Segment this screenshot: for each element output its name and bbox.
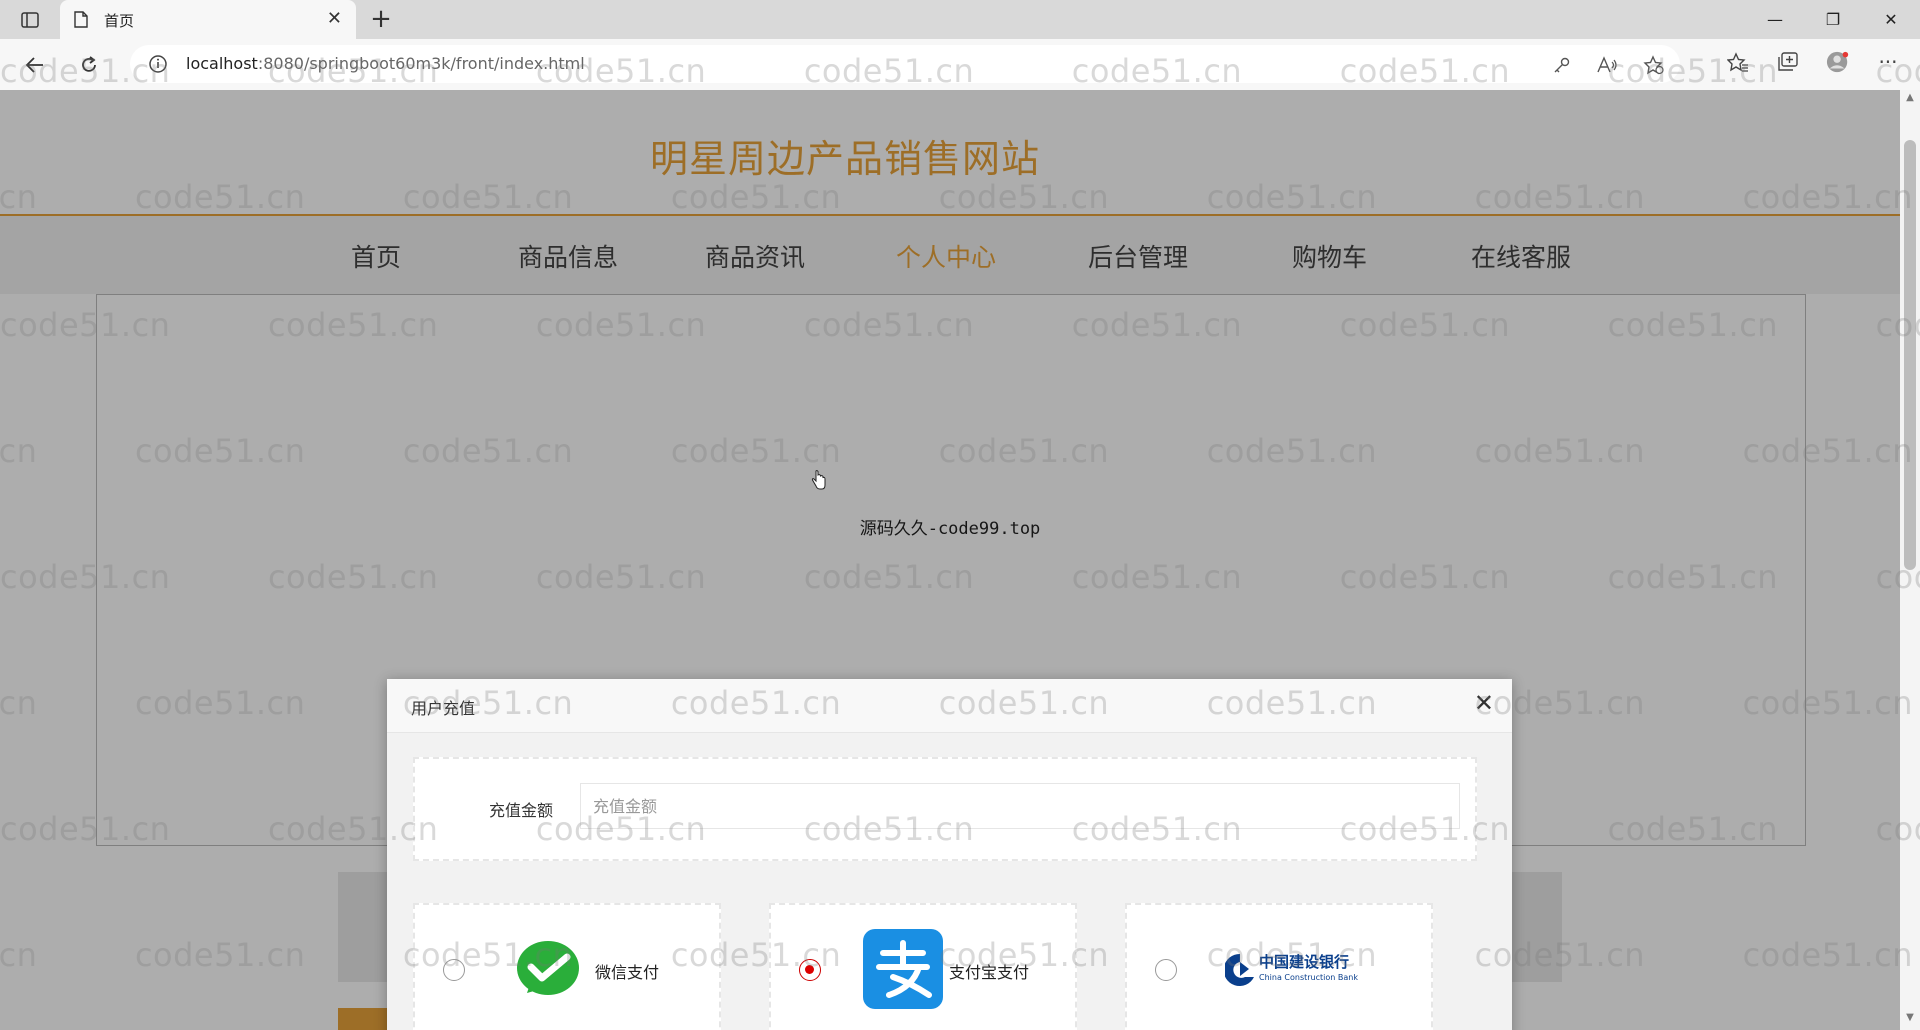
ccb-label: 中国建设银行 xyxy=(1259,953,1350,971)
payment-option-ccb[interactable]: 中国建设银行 China Construction Bank xyxy=(1125,903,1433,1030)
web-page: 明星周边产品销售网站 首页 商品信息 商品资讯 个人中心 后台管理 购物车 在线… xyxy=(0,90,1900,1030)
back-icon[interactable] xyxy=(20,50,50,80)
ccb-sublabel: China Construction Bank xyxy=(1259,973,1358,982)
add-favorite-icon[interactable] xyxy=(1642,53,1666,77)
new-tab-button[interactable]: + xyxy=(366,4,396,34)
amount-label: 充值金额 xyxy=(489,801,554,820)
dialog-title: 用户充值 xyxy=(411,699,476,718)
favorites-icon[interactable] xyxy=(1726,50,1750,74)
alipay-radio[interactable] xyxy=(799,959,821,981)
url-text[interactable]: localhost:8080/springboot60m3k/front/ind… xyxy=(186,54,585,73)
payment-option-alipay[interactable]: 支付宝支付 xyxy=(769,903,1077,1030)
wechat-pay-label: 微信支付 xyxy=(595,963,660,982)
more-options-icon[interactable]: ··· xyxy=(1876,50,1900,74)
window-controls: — ❐ ✕ xyxy=(1746,0,1920,39)
restore-icon[interactable]: ❐ xyxy=(1804,0,1862,39)
scroll-up-icon[interactable]: ▲ xyxy=(1900,92,1920,108)
tab-actions-icon[interactable] xyxy=(14,6,46,34)
profile-avatar-icon[interactable] xyxy=(1826,50,1850,74)
minimize-icon[interactable]: — xyxy=(1746,0,1804,39)
amount-form-card: 充值金额 xyxy=(413,757,1477,861)
browser-toolbar: localhost:8080/springboot60m3k/front/ind… xyxy=(0,39,1920,91)
recharge-dialog: 用户充值 ✕ 充值金额 微信支付 支付宝支付 xyxy=(387,679,1512,1030)
ccb-radio[interactable] xyxy=(1155,959,1177,981)
ccb-icon xyxy=(1223,953,1255,989)
alipay-icon xyxy=(863,929,943,1009)
hand-cursor-icon xyxy=(811,470,827,494)
site-info-icon[interactable] xyxy=(148,54,168,78)
payment-option-wechat[interactable]: 微信支付 xyxy=(413,903,721,1030)
tab-title: 首页 xyxy=(104,12,135,30)
page-scrollbar[interactable]: ▲ ▼ xyxy=(1900,90,1920,1030)
amount-input[interactable] xyxy=(580,783,1460,829)
key-icon[interactable] xyxy=(1550,53,1574,77)
dialog-header: 用户充值 ✕ xyxy=(387,679,1512,733)
dialog-body: 充值金额 微信支付 支付宝支付 xyxy=(387,733,1512,1030)
page-icon xyxy=(74,11,88,32)
tab-close-icon[interactable]: ✕ xyxy=(327,8,342,29)
wechat-pay-icon xyxy=(513,935,583,1005)
browser-tab-active[interactable]: 首页 ✕ xyxy=(60,0,356,39)
address-actions xyxy=(1550,53,1666,77)
scroll-down-icon[interactable]: ▼ xyxy=(1900,1012,1920,1028)
scroll-thumb[interactable] xyxy=(1904,140,1916,570)
toolbar-icons: ··· xyxy=(1726,50,1900,74)
browser-tabbar: 首页 ✕ + — ❐ ✕ xyxy=(0,0,1920,39)
dialog-close-icon[interactable]: ✕ xyxy=(1474,691,1494,715)
reload-icon[interactable] xyxy=(74,50,104,80)
window-close-icon[interactable]: ✕ xyxy=(1862,0,1920,39)
read-aloud-icon[interactable] xyxy=(1596,53,1620,77)
alipay-label: 支付宝支付 xyxy=(949,963,1030,982)
address-bar[interactable]: localhost:8080/springboot60m3k/front/ind… xyxy=(130,45,1680,83)
wechat-radio[interactable] xyxy=(443,959,465,981)
collections-icon[interactable] xyxy=(1776,50,1800,74)
